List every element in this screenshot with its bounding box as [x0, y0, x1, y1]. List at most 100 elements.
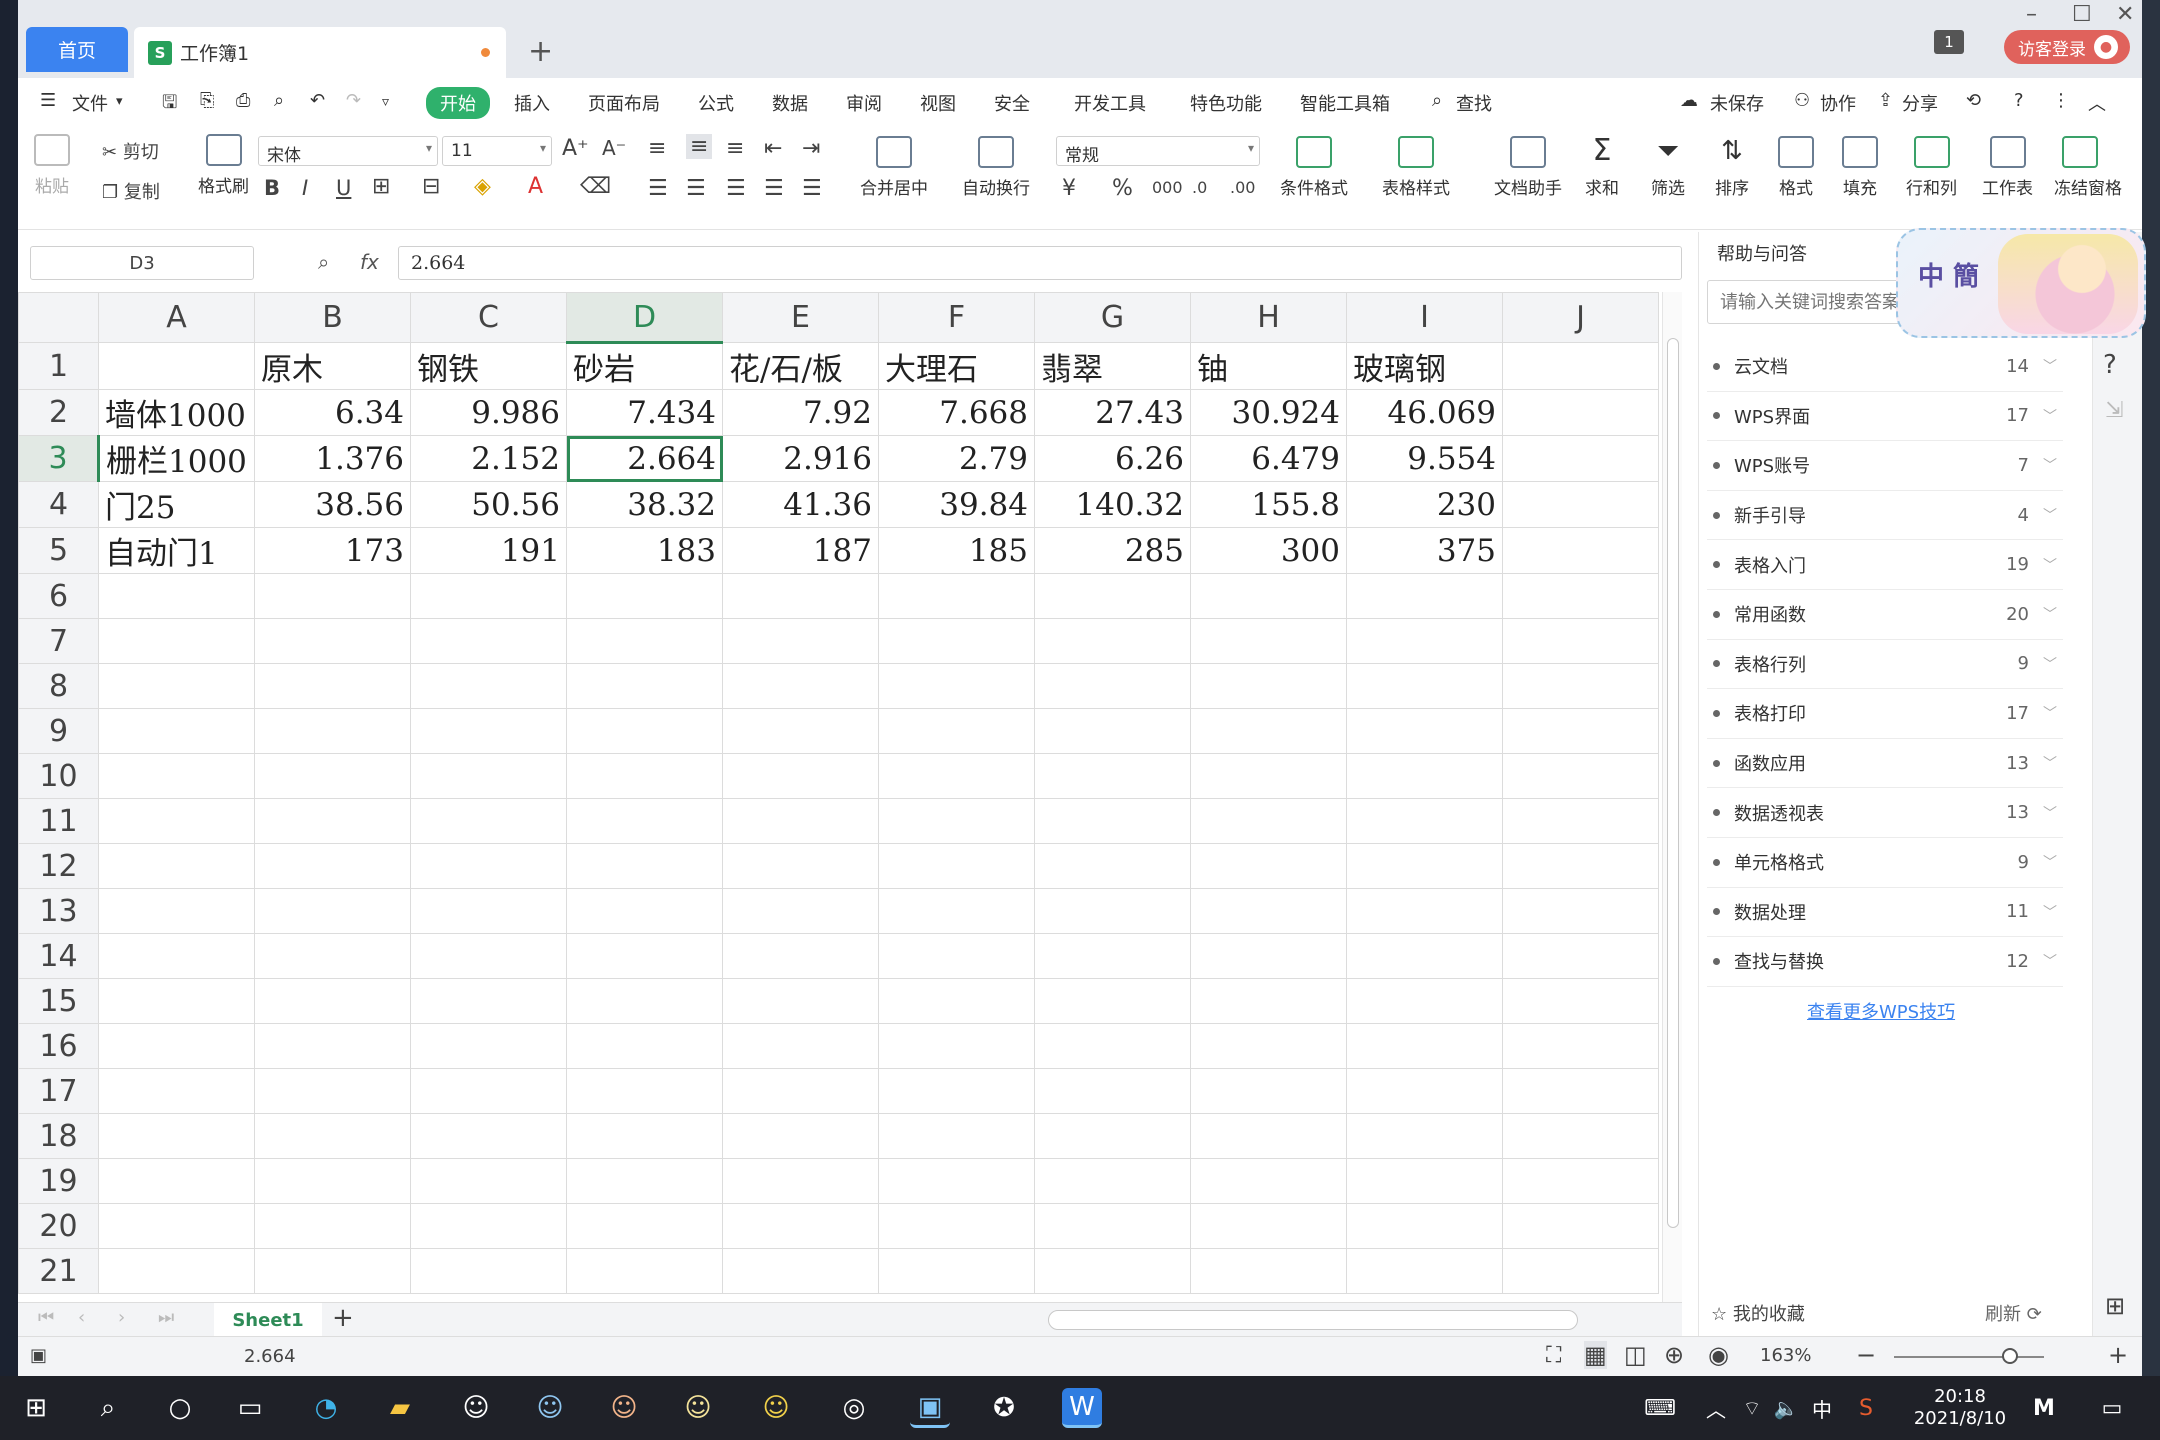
chevron-down-icon[interactable]: ﹀ [2043, 902, 2057, 922]
format-painter-button[interactable]: 格式刷 [198, 134, 249, 197]
column-header-i[interactable]: I [1346, 292, 1503, 343]
row-header-21[interactable]: 21 [18, 1248, 99, 1294]
cell-d13[interactable] [566, 888, 723, 934]
cell-g21[interactable] [1034, 1248, 1191, 1294]
zoom-level[interactable]: 163% [1760, 1345, 1811, 1366]
cell-h16[interactable] [1190, 1023, 1347, 1069]
cell-f13[interactable] [878, 888, 1035, 934]
chevron-down-icon[interactable]: ﹀ [2043, 356, 2057, 376]
cell-a3[interactable]: 栅栏1000 [98, 435, 255, 482]
zoom-formula-icon[interactable]: ⌕ [318, 250, 329, 274]
cell-a16[interactable] [98, 1023, 255, 1069]
search-icon[interactable]: ⌕ [1432, 90, 1442, 111]
task-view-icon[interactable]: ▭ [230, 1388, 270, 1428]
new-tab-plus-icon[interactable]: + [528, 34, 553, 69]
column-header-h[interactable]: H [1190, 292, 1347, 343]
cell-b11[interactable] [254, 798, 411, 844]
cell-e10[interactable] [722, 753, 879, 799]
row-header-9[interactable]: 9 [18, 708, 99, 754]
cell-e19[interactable] [722, 1158, 879, 1204]
cell-b14[interactable] [254, 933, 411, 979]
cell-a12[interactable] [98, 843, 255, 889]
cell-g6[interactable] [1034, 573, 1191, 619]
chevron-down-icon[interactable]: ﹀ [2043, 852, 2057, 872]
app-icon-blue[interactable]: ▣ [910, 1388, 950, 1428]
cell-e15[interactable] [722, 978, 879, 1024]
cell-b5[interactable]: 173 [254, 527, 411, 574]
cell-f1[interactable]: 大理石 [878, 342, 1035, 390]
distributed-align-icon[interactable]: ☰ [802, 176, 822, 201]
next-sheet-icon[interactable]: › [118, 1307, 125, 1328]
underline-icon[interactable]: U [336, 176, 351, 200]
paste-button[interactable]: 粘贴 [34, 134, 70, 197]
cell-a21[interactable] [98, 1248, 255, 1294]
wps-taskbar-icon[interactable]: W [1062, 1388, 1102, 1428]
cell-g10[interactable] [1034, 753, 1191, 799]
prev-sheet-icon[interactable]: ‹ [78, 1307, 85, 1328]
italic-icon[interactable]: I [302, 176, 308, 200]
column-header-a[interactable]: A [98, 292, 255, 343]
cell-f10[interactable] [878, 753, 1035, 799]
worksheet-button[interactable]: 工作表 [1982, 136, 2033, 199]
cell-g16[interactable] [1034, 1023, 1191, 1069]
align-left-icon[interactable]: ☰ [648, 176, 668, 201]
reading-layout-icon[interactable]: ⊕ [1664, 1341, 1684, 1369]
cell-e7[interactable] [722, 618, 879, 664]
cell-f5[interactable]: 185 [878, 527, 1035, 574]
cell-f15[interactable] [878, 978, 1035, 1024]
app-icon-character4[interactable]: ☺ [678, 1388, 718, 1428]
help-circle-icon[interactable]: ? [2103, 350, 2117, 380]
wrap-text-button[interactable]: 自动换行 [962, 136, 1030, 199]
cell-g4[interactable]: 140.32 [1034, 481, 1191, 528]
cell-a8[interactable] [98, 663, 255, 709]
indent-decrease-icon[interactable]: ⇤ [764, 136, 782, 161]
cell-f20[interactable] [878, 1203, 1035, 1249]
cell-h20[interactable] [1190, 1203, 1347, 1249]
cell-c13[interactable] [410, 888, 567, 934]
cell-c21[interactable] [410, 1248, 567, 1294]
file-explorer-icon[interactable]: ▰ [380, 1388, 420, 1428]
table-style-button[interactable]: 表格样式 [1382, 136, 1450, 199]
cell-f16[interactable] [878, 1023, 1035, 1069]
row-header-18[interactable]: 18 [18, 1113, 99, 1159]
cell-b2[interactable]: 6.34 [254, 389, 411, 436]
align-middle-icon[interactable]: ≡ [686, 134, 713, 159]
row-header-13[interactable]: 13 [18, 888, 99, 934]
row-header-17[interactable]: 17 [18, 1068, 99, 1114]
cell-d9[interactable] [566, 708, 723, 754]
cell-e12[interactable] [722, 843, 879, 889]
cell-a10[interactable] [98, 753, 255, 799]
cell-d2[interactable]: 7.434 [566, 389, 723, 436]
cell-g7[interactable] [1034, 618, 1191, 664]
cell-a11[interactable] [98, 798, 255, 844]
share-button[interactable]: 分享 [1902, 90, 1938, 116]
volume-icon[interactable]: 🔈 [1766, 1388, 1806, 1428]
chevron-down-icon[interactable]: ﹀ [2043, 803, 2057, 823]
row-header-19[interactable]: 19 [18, 1158, 99, 1204]
increase-decimal-icon[interactable]: .0 [1192, 178, 1207, 197]
cell-b20[interactable] [254, 1203, 411, 1249]
border-icon[interactable]: ⊞ [372, 174, 390, 199]
vertical-scrollbar[interactable] [1662, 292, 1682, 1302]
eye-protect-icon[interactable]: ◉ [1708, 1341, 1729, 1369]
cell-j20[interactable] [1502, 1203, 1659, 1249]
row-header-5[interactable]: 5 [18, 527, 99, 574]
cell-i3[interactable]: 9.554 [1346, 435, 1503, 482]
cell-f11[interactable] [878, 798, 1035, 844]
ime-indicator[interactable]: 中 [1802, 1388, 1842, 1428]
merge-center-button[interactable]: 合并居中 [860, 136, 928, 199]
select-all-corner[interactable] [18, 292, 99, 343]
cell-i14[interactable] [1346, 933, 1503, 979]
cell-g14[interactable] [1034, 933, 1191, 979]
cell-b21[interactable] [254, 1248, 411, 1294]
menu-smart-toolbox[interactable]: 智能工具箱 [1300, 90, 1390, 116]
chevron-down-icon[interactable]: ﹀ [2043, 703, 2057, 723]
cell-b15[interactable] [254, 978, 411, 1024]
fill-color-icon[interactable]: ◈ [474, 174, 491, 199]
cell-e11[interactable] [722, 798, 879, 844]
cell-c4[interactable]: 50.56 [410, 481, 567, 528]
cell-f4[interactable]: 39.84 [878, 481, 1035, 528]
cell-j11[interactable] [1502, 798, 1659, 844]
cell-e6[interactable] [722, 573, 879, 619]
cell-e17[interactable] [722, 1068, 879, 1114]
